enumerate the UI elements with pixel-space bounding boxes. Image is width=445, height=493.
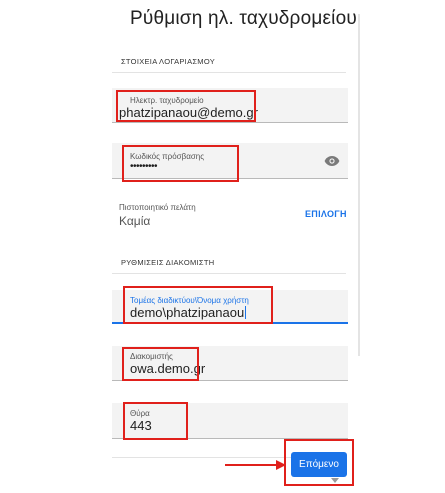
- arrow-right-icon: [225, 460, 286, 470]
- eye-icon[interactable]: [324, 154, 340, 166]
- highlight-box: [123, 402, 188, 440]
- scrollbar[interactable]: [358, 14, 360, 356]
- highlight-box: [116, 90, 256, 122]
- section-divider: [112, 72, 346, 73]
- highlight-box: [123, 286, 273, 324]
- chevron-down-icon[interactable]: [331, 478, 339, 483]
- certificate-label: Πιστοποιητικό πελάτη: [119, 203, 196, 212]
- certificate-value: Καμία: [119, 214, 151, 228]
- highlight-box: [122, 145, 239, 182]
- select-certificate-link[interactable]: ΕΠΙΛΟΓΗ: [305, 209, 347, 219]
- highlight-box: [122, 347, 199, 381]
- highlight-box: [284, 439, 354, 486]
- section-divider: [112, 273, 346, 274]
- server-section-heading: ΡΥΘΜΙΣΕΙΣ ΔΙΑΚΟΜΙΣΤΗ: [121, 258, 215, 267]
- page-title: Ρύθμιση ηλ. ταχυδρομείου: [130, 8, 357, 29]
- account-section-heading: ΣΤΟΙΧΕΙΑ ΛΟΓΑΡΙΑΣΜΟΥ: [121, 57, 216, 66]
